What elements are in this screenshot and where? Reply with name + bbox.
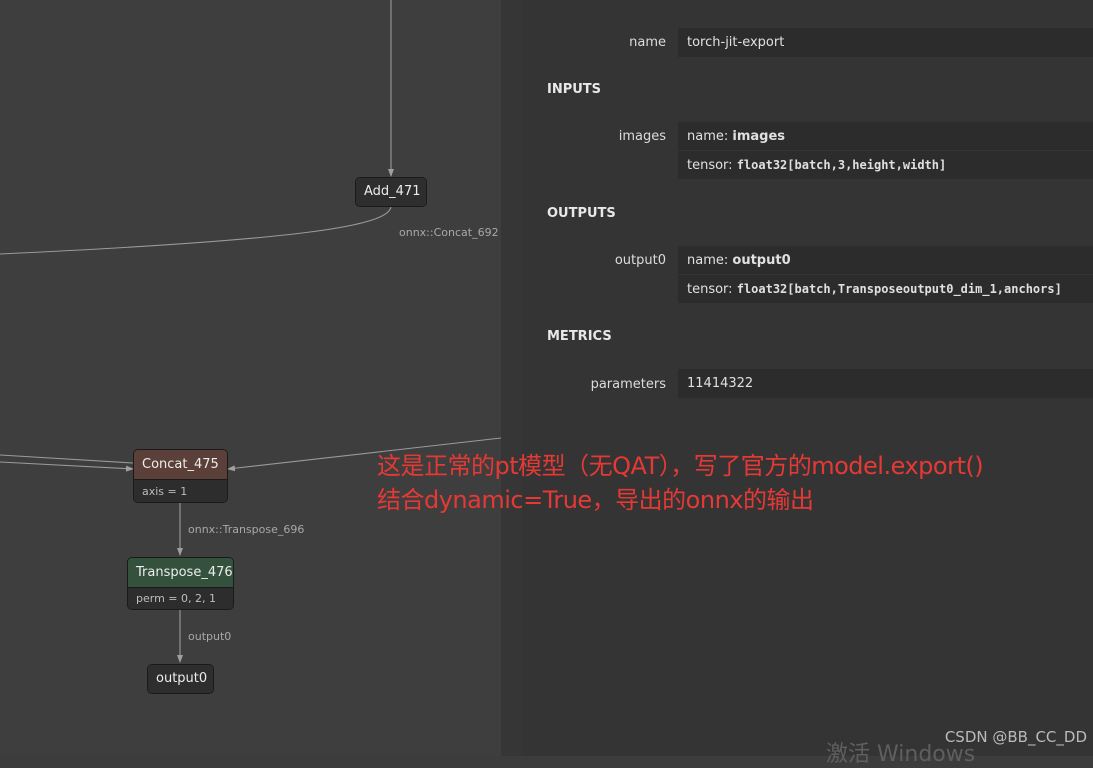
graph-edges [0,0,501,663]
node-concat-label: Concat_475 [134,450,227,479]
output0-label: output0 [614,253,666,268]
node-output-label: output0 [148,665,213,693]
edge-label-output0: output0 [188,630,232,643]
node-transpose-476[interactable]: Transpose_476 perm = 0, 2, 1 [127,557,234,610]
edge-left-to-concat-1 [0,454,134,464]
input-images-name-row: name: images [678,122,1093,150]
model-properties-sidebar: name torch-jit-export INPUTS images name… [522,0,1093,756]
parameters-label: parameters [590,377,666,392]
graph-canvas[interactable]: Add_471 onnx::Concat_692 Concat_475 axis… [0,0,501,756]
input-images-label: images [618,129,666,144]
input-images-tensor-row: tensor: float32[batch,3,height,width] [678,151,1093,179]
edge-left-to-concat-2 [0,461,134,472]
input-name-value: images [732,129,786,144]
outputs-heading: OUTPUTS [547,206,616,221]
annotation-line-2: 结合dynamic=True，导出的onnx的输出 [377,486,814,514]
annotation-line-1: 这是正常的pt模型（无QAT），写了官方的model.export() [377,452,984,480]
output0-tensor-row: tensor: float32[batch,Transposeoutput0_d… [678,275,1093,303]
node-add-label: Add_471 [356,178,426,206]
edge-label-transpose-696: onnx::Transpose_696 [188,523,305,536]
panel-divider[interactable] [501,0,522,756]
node-transpose-label: Transpose_476 [128,558,233,587]
input-tensor-prefix: tensor: [687,158,737,173]
parameters-value: 11414322 [678,369,1093,398]
input-name-prefix: name: [687,129,733,144]
output-name-prefix: name: [687,253,733,268]
output-tensor-value: float32[batch,Transposeoutput0_dim_1,anc… [736,282,1062,296]
node-transpose-attr: perm = 0, 2, 1 [128,587,233,609]
inputs-heading: INPUTS [547,82,602,97]
node-concat-475[interactable]: Concat_475 axis = 1 [133,449,228,503]
node-output0[interactable]: output0 [147,664,214,694]
name-value: torch-jit-export [678,28,1093,57]
edge-add-to-left [0,205,392,255]
node-concat-attr: axis = 1 [134,479,227,502]
metrics-heading: METRICS [547,329,612,344]
output-tensor-prefix: tensor: [687,282,737,297]
output-name-value: output0 [732,253,791,268]
red-annotation-text: 这是正常的pt模型（无QAT），写了官方的model.export() 结合dy… [377,449,984,517]
output0-name-row: name: output0 [678,246,1093,274]
node-add-471[interactable]: Add_471 [355,177,427,207]
name-label: name [629,35,666,50]
csdn-watermark: CSDN @BB_CC_DD [944,728,1087,746]
edge-label-concat-692: onnx::Concat_692 [399,226,499,239]
input-tensor-value: float32[batch,3,height,width] [736,158,947,172]
